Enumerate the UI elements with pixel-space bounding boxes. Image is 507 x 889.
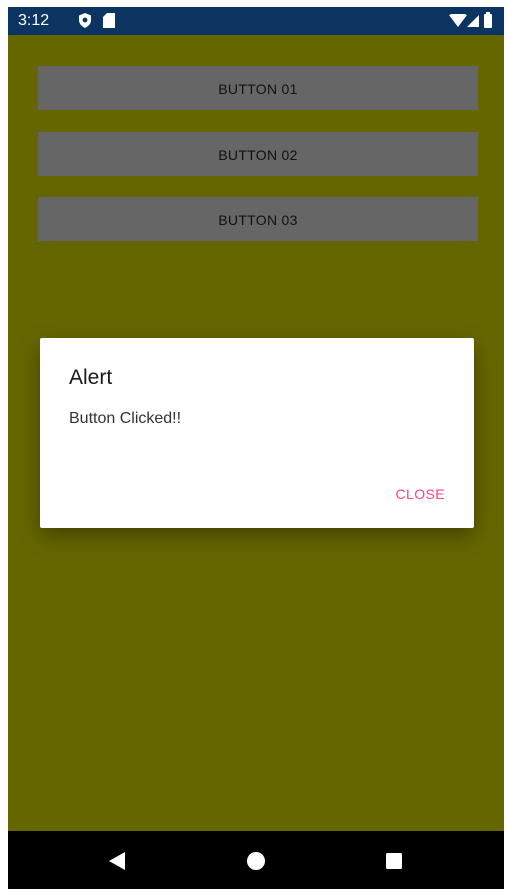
battery-icon (484, 12, 492, 28)
dialog-message: Button Clicked!! (69, 410, 182, 427)
phone-screen: 3:12 BUTTON 01 BUTTON 02 BUTTON 03 Alert… (8, 7, 504, 889)
recents-icon[interactable] (386, 853, 402, 869)
shield-icon (79, 13, 91, 28)
sd-card-icon (103, 13, 115, 28)
navigation-bar (8, 831, 504, 889)
alert-dialog: Alert Button Clicked!! CLOSE (40, 338, 474, 528)
dialog-title: Alert (69, 366, 113, 389)
wifi-icon (449, 14, 467, 27)
back-icon[interactable] (109, 852, 125, 870)
close-button[interactable]: CLOSE (396, 486, 445, 502)
signal-icon (467, 15, 479, 27)
home-icon[interactable] (247, 852, 265, 870)
status-time: 3:12 (18, 12, 50, 29)
status-bar: 3:12 (8, 7, 504, 35)
